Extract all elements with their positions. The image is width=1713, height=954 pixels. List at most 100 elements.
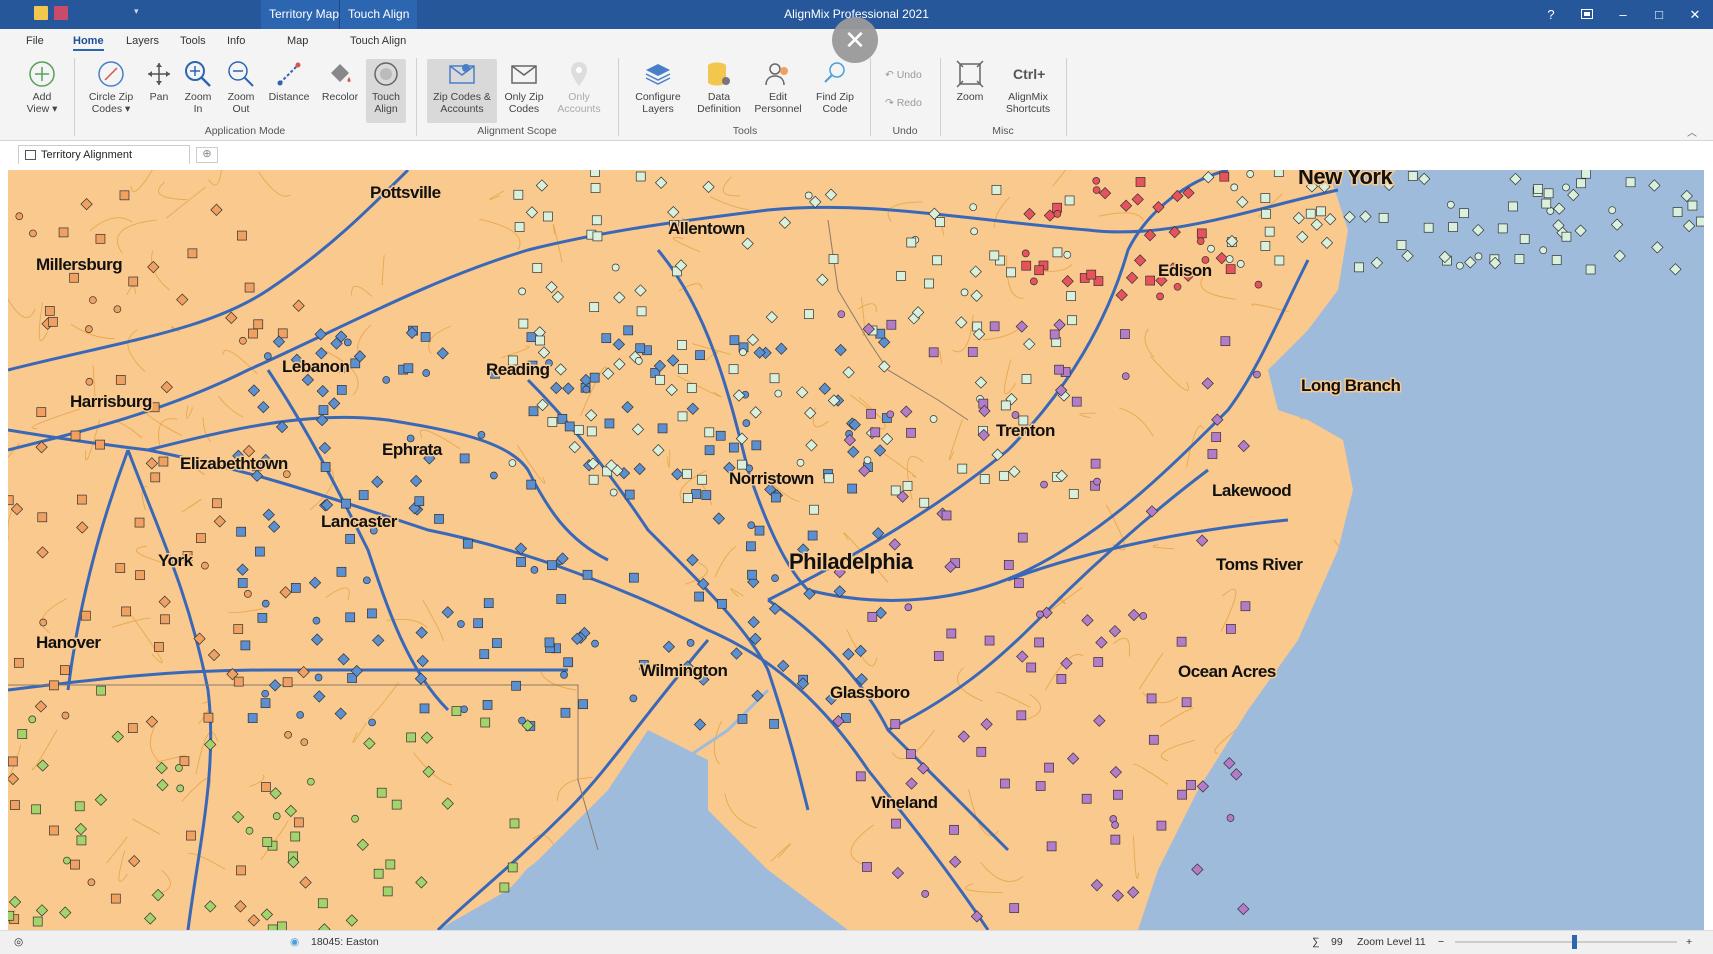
zip-marker[interactable] <box>1145 275 1155 286</box>
account-dot[interactable] <box>1121 372 1130 381</box>
zip-marker[interactable] <box>657 423 668 434</box>
zip-marker[interactable] <box>867 611 878 622</box>
account-marker[interactable] <box>686 402 700 415</box>
zip-marker[interactable] <box>890 719 901 729</box>
account-marker[interactable] <box>204 900 217 913</box>
account-marker[interactable] <box>535 179 549 192</box>
account-marker[interactable] <box>768 602 782 615</box>
zip-marker[interactable] <box>847 483 858 494</box>
account-marker[interactable] <box>749 406 762 419</box>
zip-marker[interactable] <box>58 227 69 238</box>
account-marker[interactable] <box>777 659 790 673</box>
zip-marker[interactable] <box>203 712 214 723</box>
close-button[interactable]: ✕ <box>1677 0 1713 29</box>
zip-marker[interactable] <box>1211 432 1222 442</box>
account-marker[interactable] <box>732 389 746 402</box>
account-marker[interactable] <box>436 347 449 360</box>
account-marker[interactable] <box>260 908 274 921</box>
account-marker[interactable] <box>1237 439 1250 453</box>
account-marker[interactable] <box>1095 636 1108 649</box>
zip-marker[interactable] <box>870 427 881 438</box>
zip-marker[interactable] <box>95 233 106 244</box>
zip-marker[interactable] <box>591 215 602 226</box>
account-dot[interactable] <box>28 715 37 724</box>
account-marker[interactable] <box>1215 251 1228 265</box>
account-marker[interactable] <box>621 400 634 414</box>
zip-marker[interactable] <box>121 606 131 617</box>
account-marker[interactable] <box>145 457 159 470</box>
account-marker[interactable] <box>262 508 275 521</box>
zip-marker[interactable] <box>933 651 944 661</box>
zip-marker[interactable] <box>544 637 555 648</box>
account-marker[interactable] <box>671 468 684 481</box>
zip-marker[interactable] <box>604 418 615 429</box>
undo-button[interactable]: ↶ Undo <box>885 69 922 81</box>
zip-marker[interactable] <box>547 417 558 427</box>
zip-marker[interactable] <box>1508 201 1518 212</box>
account-marker[interactable] <box>10 502 24 516</box>
account-marker[interactable] <box>310 633 324 646</box>
account-marker[interactable] <box>970 289 983 302</box>
zip-marker[interactable] <box>507 862 518 873</box>
account-marker[interactable] <box>1310 218 1323 231</box>
account-marker[interactable] <box>905 777 918 790</box>
zip-marker[interactable] <box>406 732 417 743</box>
account-marker[interactable] <box>1292 211 1305 225</box>
zip-marker[interactable] <box>49 825 59 836</box>
only-zip-codes-button[interactable]: Only Zip Codes <box>501 59 547 115</box>
zip-marker[interactable] <box>677 340 687 350</box>
account-marker[interactable] <box>1061 275 1074 288</box>
account-dot[interactable] <box>261 599 270 608</box>
zip-marker[interactable] <box>385 859 396 870</box>
zip-marker[interactable] <box>32 916 43 927</box>
zip-marker[interactable] <box>807 530 818 541</box>
zip-marker[interactable] <box>697 474 707 485</box>
zip-marker[interactable] <box>976 746 987 757</box>
account-marker[interactable] <box>585 409 598 422</box>
zip-marker[interactable] <box>1316 206 1326 217</box>
zip-marker[interactable] <box>1533 184 1544 194</box>
account-dot[interactable] <box>1092 186 1101 194</box>
zip-marker[interactable] <box>563 657 574 668</box>
zip-marker[interactable] <box>473 618 484 629</box>
account-marker[interactable] <box>746 333 760 347</box>
zip-marker[interactable] <box>1113 789 1123 800</box>
account-dot[interactable] <box>1139 612 1148 620</box>
account-marker[interactable] <box>662 640 676 653</box>
account-dot[interactable] <box>1230 183 1239 192</box>
account-marker[interactable] <box>59 906 72 919</box>
account-marker[interactable] <box>778 216 792 229</box>
account-dot[interactable] <box>1040 480 1048 489</box>
account-marker[interactable] <box>371 475 384 488</box>
zip-marker[interactable] <box>728 442 739 453</box>
account-marker[interactable] <box>231 810 245 824</box>
account-marker[interactable] <box>1093 714 1106 727</box>
zip-marker[interactable] <box>196 533 206 543</box>
zip-marker[interactable] <box>115 563 126 573</box>
account-marker[interactable] <box>415 876 428 889</box>
zip-marker[interactable] <box>70 859 80 870</box>
account-marker[interactable] <box>234 900 247 913</box>
zip-marker[interactable] <box>547 560 557 571</box>
account-marker[interactable] <box>345 914 359 927</box>
account-dot[interactable] <box>1093 477 1101 486</box>
account-dot[interactable] <box>1063 250 1072 259</box>
zip-marker[interactable] <box>728 364 739 375</box>
collapse-ribbon-icon[interactable]: ︿ <box>1687 124 1697 139</box>
zip-marker[interactable] <box>1071 396 1082 407</box>
zip-marker[interactable] <box>516 557 526 567</box>
account-marker[interactable] <box>441 606 454 619</box>
account-marker[interactable] <box>551 290 565 304</box>
zip-marker[interactable] <box>110 893 121 904</box>
zip-marker[interactable] <box>906 749 916 759</box>
account-marker[interactable] <box>1081 614 1094 627</box>
zip-marker[interactable] <box>1260 193 1271 203</box>
account-dot[interactable] <box>591 639 599 648</box>
zoom-in-button[interactable]: Zoom In <box>180 59 216 115</box>
zip-marker[interactable] <box>1003 560 1014 570</box>
zip-marker[interactable] <box>1034 265 1045 276</box>
zip-marker[interactable] <box>160 614 170 625</box>
account-dot[interactable] <box>245 826 254 835</box>
account-dot[interactable] <box>15 212 24 221</box>
account-marker[interactable] <box>1324 213 1337 226</box>
